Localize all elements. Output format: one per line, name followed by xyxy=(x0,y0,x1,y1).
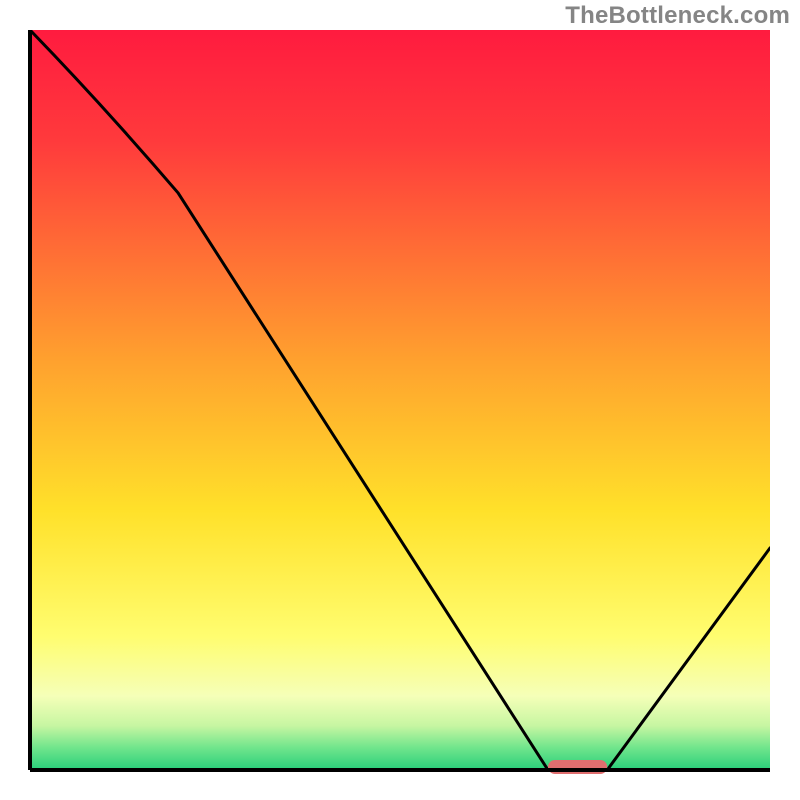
gradient-background xyxy=(30,30,770,770)
bottleneck-chart: TheBottleneck.com xyxy=(0,0,800,800)
watermark-text: TheBottleneck.com xyxy=(565,2,790,30)
chart-svg xyxy=(0,0,800,800)
